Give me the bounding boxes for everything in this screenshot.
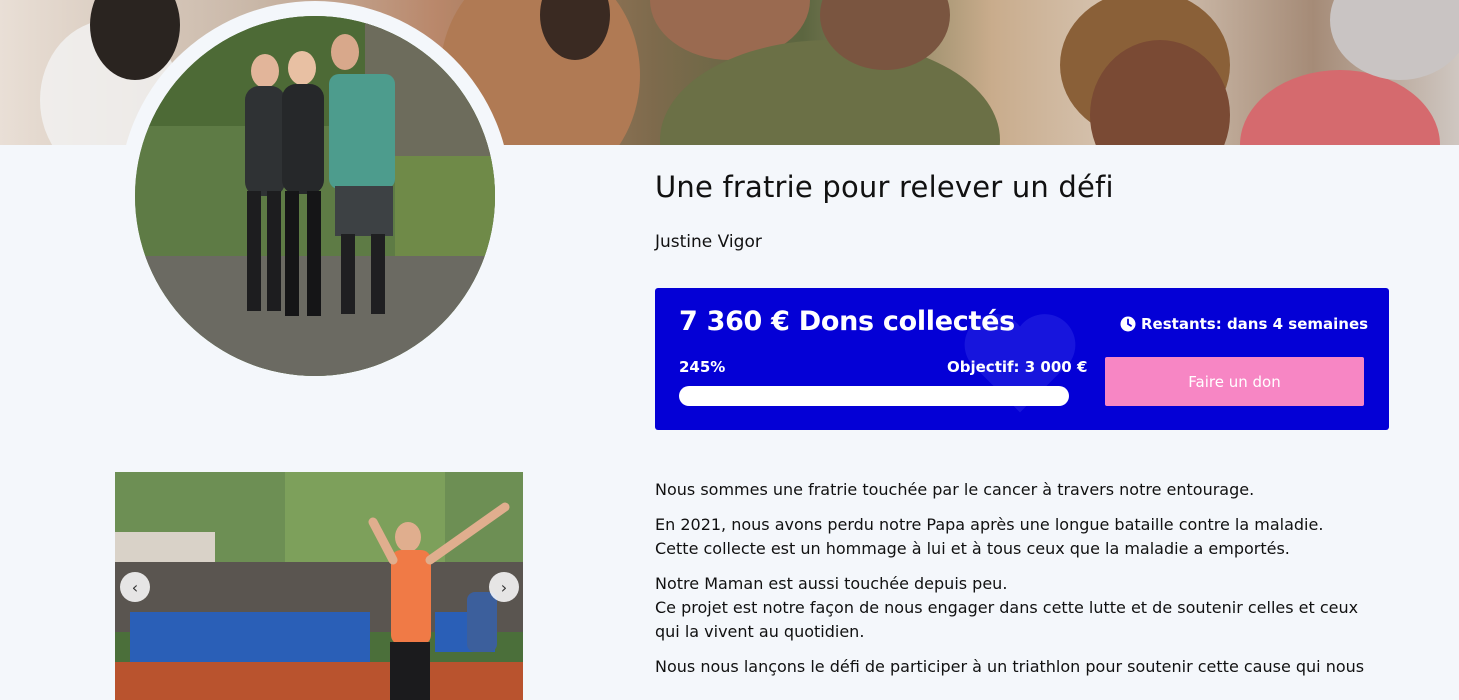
- donate-button[interactable]: Faire un don: [1105, 357, 1364, 406]
- campaign-description: Nous sommes une fratrie touchée par le c…: [655, 478, 1375, 690]
- chevron-left-icon: ‹: [131, 577, 139, 597]
- description-line: En 2021, nous avons perdu notre Papa apr…: [655, 515, 1324, 534]
- description-line: Notre Maman est aussi touchée depuis peu…: [655, 574, 1008, 593]
- description-line: Nous nous lançons le défi de participer …: [655, 657, 1365, 676]
- chevron-right-icon: ›: [500, 577, 508, 597]
- description-paragraph: Nous sommes une fratrie touchée par le c…: [655, 478, 1375, 502]
- campaign-avatar-photo: [135, 16, 495, 376]
- donation-card: 7 360 € Dons collectés 245% Objectif: 3 …: [655, 288, 1389, 430]
- description-paragraph: En 2021, nous avons perdu notre Papa apr…: [655, 513, 1375, 561]
- campaign-author: Justine Vigor: [655, 232, 762, 252]
- carousel-next-button[interactable]: ›: [489, 572, 519, 602]
- description-line: Cette collecte est un hommage à lui et à…: [655, 539, 1290, 558]
- campaign-title: Une fratrie pour relever un défi: [655, 170, 1114, 204]
- description-paragraph: Notre Maman est aussi touchée depuis peu…: [655, 572, 1375, 644]
- carousel-photo: [115, 472, 523, 700]
- description-paragraph: Nous nous lançons le défi de participer …: [655, 655, 1375, 679]
- photo-carousel[interactable]: ‹ ›: [115, 472, 523, 700]
- clock-icon: [1120, 316, 1136, 332]
- description-line: Nous sommes une fratrie touchée par le c…: [655, 480, 1255, 499]
- description-line: Ce projet est notre façon de nous engage…: [655, 598, 1359, 641]
- amount-collected: 7 360 € Dons collectés: [679, 306, 1015, 337]
- time-remaining-label: Restants: dans 4 semaines: [1141, 315, 1369, 333]
- progress-bar: [679, 386, 1069, 406]
- progress-percent: 245%: [679, 358, 726, 376]
- carousel-prev-button[interactable]: ‹: [120, 572, 150, 602]
- goal-amount: Objectif: 3 000 €: [947, 358, 1088, 376]
- time-remaining: Restants: dans 4 semaines: [1120, 315, 1368, 333]
- progress-bar-fill: [679, 386, 1069, 406]
